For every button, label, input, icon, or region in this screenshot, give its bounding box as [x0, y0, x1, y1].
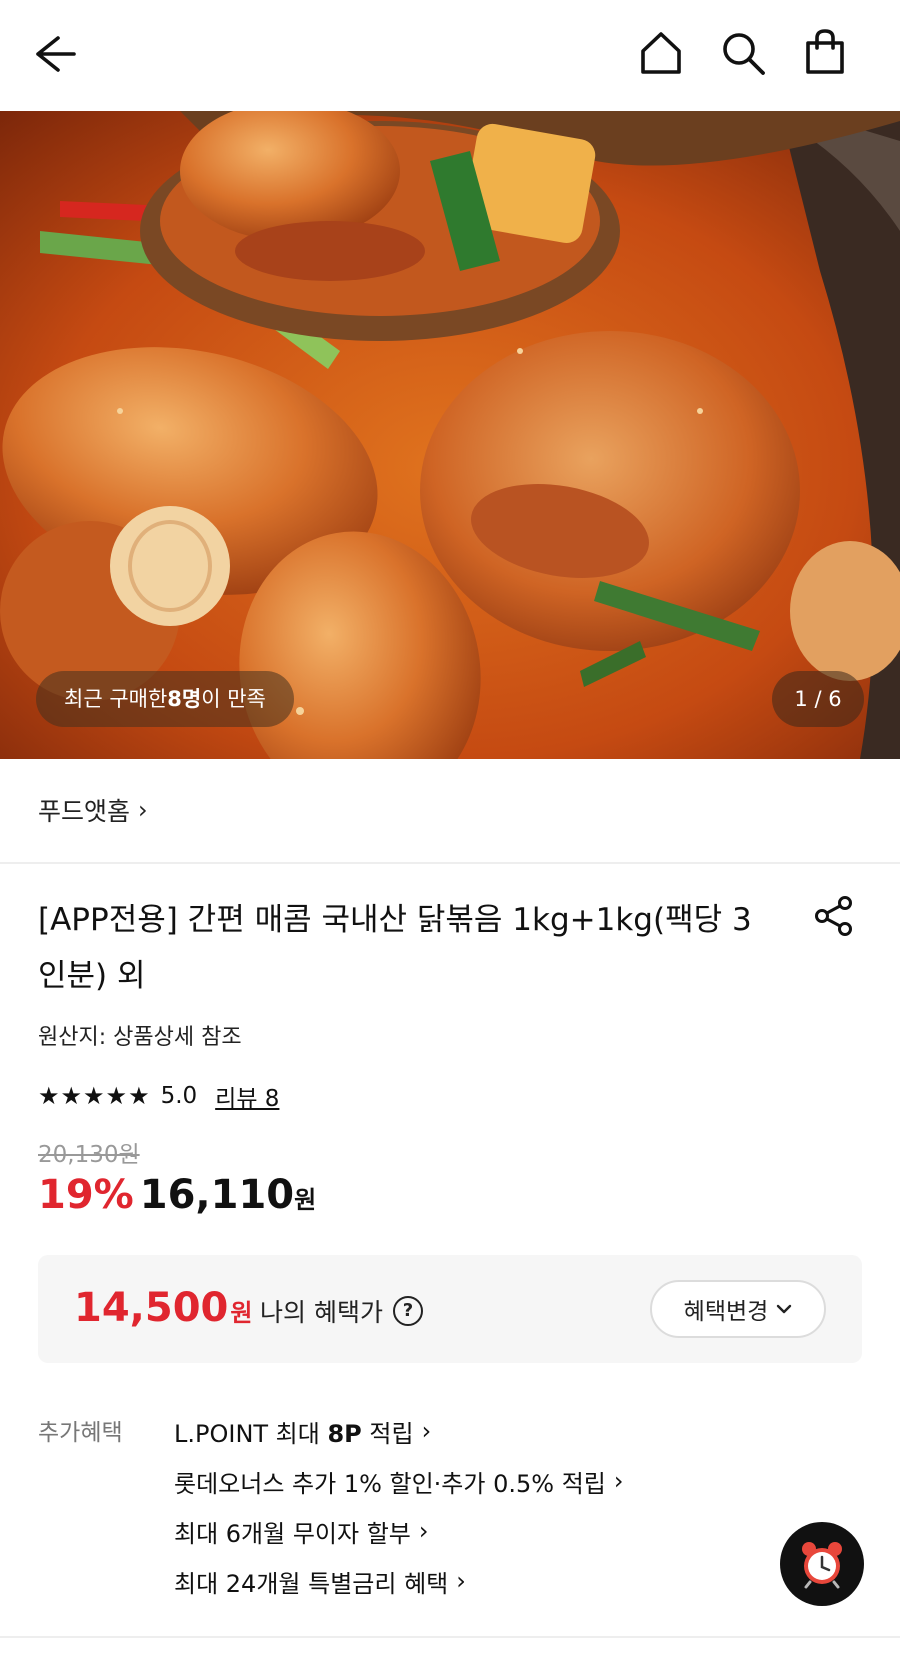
chevron-right-icon: › — [613, 1467, 624, 1495]
top-nav-bar — [0, 0, 900, 110]
satisfaction-badge: 최근 구매한 8명 이 만족 — [36, 671, 294, 727]
star-rating-icon: ★★★★★ — [38, 1082, 151, 1110]
satisfaction-prefix: 최근 구매한 — [64, 687, 168, 711]
benefit-label-text: 나의 혜택가 — [260, 1298, 383, 1327]
rating-score: 5.0 — [160, 1083, 198, 1109]
extra-benefit-lotte-owners[interactable]: 롯데오너스 추가 1% 할인·추가 0.5% 적립 › — [174, 1456, 623, 1506]
satisfaction-count: 8명 — [167, 687, 202, 711]
product-photo — [0, 111, 900, 759]
seller-name: 푸드앳홈 — [38, 797, 131, 826]
product-image-carousel[interactable]: 최근 구매한 8명 이 만족 1 / 6 — [0, 111, 900, 759]
benefit-label: 나의 혜택가 ? — [260, 1293, 423, 1329]
help-icon[interactable]: ? — [392, 1296, 423, 1326]
shopping-bag-icon[interactable] — [800, 26, 850, 78]
extra-benefit-installment[interactable]: 최대 6개월 무이자 할부 › — [174, 1506, 623, 1556]
discount-rate: 19% — [38, 1172, 134, 1218]
product-title: [APP전용] 간편 매콤 국내산 닭볶음 1kg+1kg(팩당 3인분) 외 — [38, 902, 752, 994]
alarm-clock-icon — [802, 1542, 842, 1589]
extra-benefits-list: L.POINT 최대 8P 적립 › 롯데오너스 추가 1% 할인·추가 0.5… — [174, 1406, 623, 1606]
benefit-price-box: 14,500 원 나의 혜택가 ? 혜택변경 — [38, 1255, 862, 1363]
chevron-right-icon: › — [421, 1417, 432, 1445]
divider — [0, 1636, 900, 1638]
seller-link[interactable]: 푸드앳홈 › — [38, 792, 148, 828]
extra-benefit-lpoint[interactable]: L.POINT 최대 8P 적립 › — [174, 1406, 623, 1456]
alarm-clock-button[interactable] — [780, 1522, 864, 1606]
benefit-price-value: 14,500 — [74, 1285, 229, 1331]
origin-info: 원산지: 상품상세 참조 — [38, 1025, 242, 1050]
satisfaction-suffix: 이 만족 — [201, 687, 266, 711]
sale-price: 16,110원 — [140, 1172, 316, 1218]
benefit-price-currency: 원 — [230, 1299, 253, 1327]
benefit-item-text: 롯데오너스 추가 1% 할인·추가 0.5% 적립 — [174, 1469, 606, 1498]
review-link[interactable]: 리뷰 8 — [215, 1079, 279, 1113]
chevron-right-icon: › — [456, 1567, 466, 1595]
home-icon[interactable] — [636, 28, 686, 78]
image-counter: 1 / 6 — [772, 671, 864, 727]
change-benefit-button[interactable]: 혜택변경 — [650, 1280, 826, 1338]
search-icon[interactable] — [718, 28, 768, 78]
original-price: 20,130원 — [38, 1142, 140, 1168]
extra-benefits-label: 추가혜택 — [38, 1420, 123, 1446]
benefit-item-text: 최대 24개월 특별금리 혜택 — [174, 1569, 449, 1598]
benefit-price: 14,500 원 — [74, 1285, 252, 1331]
benefit-item-text: L.POINT 최대 — [174, 1419, 328, 1448]
price-row: 19% 16,110원 — [38, 1172, 316, 1218]
divider — [0, 862, 900, 864]
benefit-item-text: 최대 6개월 무이자 할부 — [174, 1519, 411, 1548]
change-benefit-label: 혜택변경 — [683, 1299, 769, 1325]
rating-row: ★★★★★ 5.0 리뷰 8 — [38, 1077, 279, 1115]
chevron-right-icon: › — [418, 1517, 429, 1545]
sale-price-value: 16,110 — [139, 1172, 295, 1218]
back-arrow-icon[interactable] — [30, 32, 80, 76]
chevron-right-icon: › — [138, 796, 148, 824]
chevron-down-icon — [777, 1304, 792, 1314]
benefit-item-bold: 8P — [327, 1419, 362, 1448]
extra-benefit-special-rate[interactable]: 최대 24개월 특별금리 혜택 › — [174, 1556, 623, 1606]
share-icon[interactable] — [812, 894, 856, 938]
sale-price-currency: 원 — [294, 1186, 317, 1214]
benefit-item-suffix: 적립 — [361, 1419, 414, 1448]
